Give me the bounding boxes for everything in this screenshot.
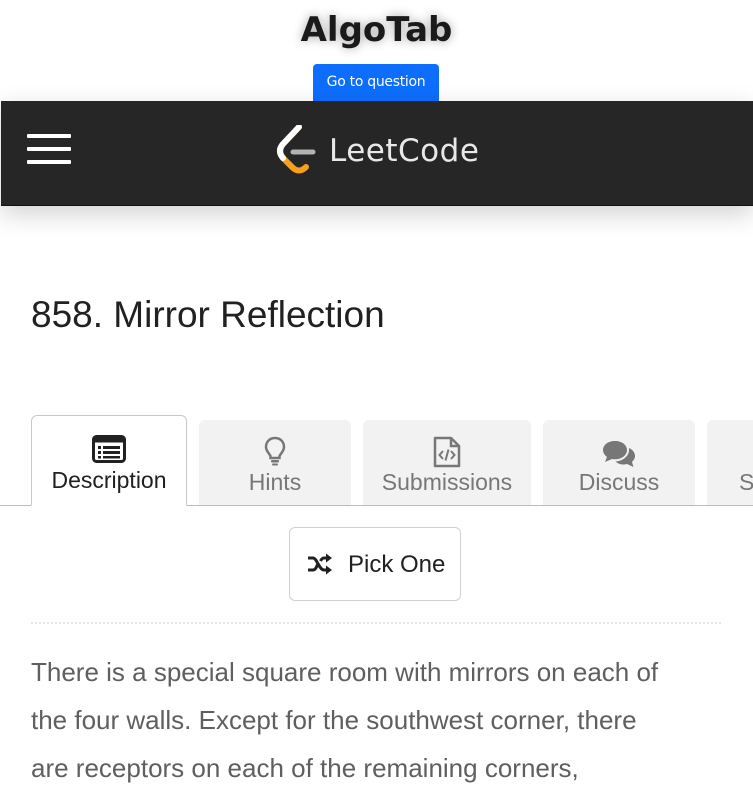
list-alt-icon xyxy=(92,435,126,468)
shuffle-icon xyxy=(307,553,333,580)
go-to-question-button[interactable]: Go to question xyxy=(313,64,439,101)
tab-solution[interactable]: S xyxy=(707,420,753,505)
leetcode-header: LeetCode xyxy=(1,101,753,206)
tab-discuss-label: Discuss xyxy=(578,469,660,495)
file-code-icon xyxy=(433,436,461,473)
app-title: AlgoTab xyxy=(300,10,453,50)
tab-description[interactable]: Description xyxy=(31,415,187,506)
problem-description: There is a special square room with mirr… xyxy=(31,657,659,783)
leetcode-logo[interactable]: LeetCode xyxy=(275,124,479,177)
tab-solution-label: S xyxy=(739,469,753,495)
tab-description-label: Description xyxy=(51,467,167,493)
problem-title: 858. Mirror Reflection xyxy=(31,294,385,335)
lightbulb-icon xyxy=(264,436,286,471)
tab-submissions[interactable]: Submissions xyxy=(363,420,531,505)
pick-one-label: Pick One xyxy=(348,551,446,578)
tab-submissions-label: Submissions xyxy=(381,469,513,495)
tab-hints-label: Hints xyxy=(248,469,302,495)
algotab-bar: AlgoTab Go to question xyxy=(0,0,753,101)
tab-hints[interactable]: Hints xyxy=(199,420,351,505)
tab-discuss[interactable]: Discuss xyxy=(543,420,695,505)
hamburger-menu-icon[interactable] xyxy=(27,134,73,164)
content-divider xyxy=(31,622,721,624)
leetcode-logo-icon xyxy=(277,124,316,174)
pick-one-button[interactable]: Pick One xyxy=(289,527,461,601)
logo-text: LeetCode xyxy=(329,133,480,169)
